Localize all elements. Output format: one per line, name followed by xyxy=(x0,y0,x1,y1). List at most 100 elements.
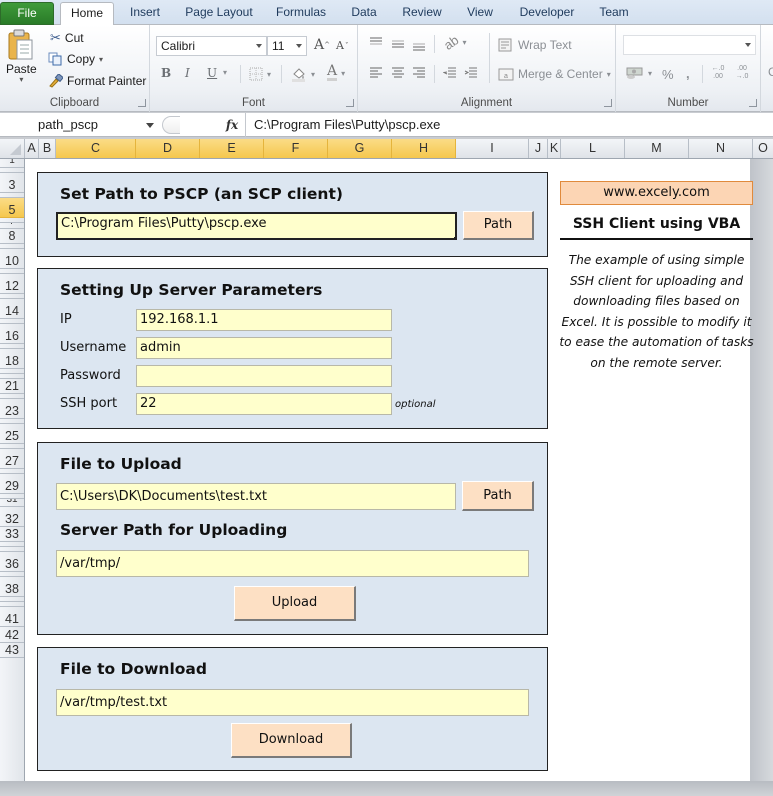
comma-style-button[interactable]: , xyxy=(686,66,690,81)
cut-button[interactable]: ✂ Cut xyxy=(50,30,84,46)
borders-button[interactable]: ▾ xyxy=(249,67,271,81)
row-header-21[interactable]: 21 xyxy=(0,379,24,394)
password-input[interactable] xyxy=(136,365,392,387)
ssh-port-input[interactable]: 22 xyxy=(136,393,392,415)
row-header-8[interactable]: 8 xyxy=(0,229,24,244)
merge-center-dropdown-icon[interactable]: ▾ xyxy=(607,70,611,79)
shrink-font-button[interactable]: Aˇ xyxy=(336,39,348,52)
column-header-m[interactable]: M xyxy=(625,139,689,158)
row-header-16[interactable]: 16 xyxy=(0,324,24,344)
column-header-j[interactable]: J xyxy=(529,139,548,158)
underline-button[interactable]: U xyxy=(207,66,217,80)
grow-font-button[interactable]: A ^ xyxy=(314,37,330,53)
column-header-b[interactable]: B xyxy=(39,139,56,158)
excely-link[interactable]: www.excely.com xyxy=(560,181,753,205)
row-header-18[interactable]: 18 xyxy=(0,349,24,369)
ip-input[interactable]: 192.168.1.1 xyxy=(136,309,392,331)
row-header-14[interactable]: 14 xyxy=(0,299,24,319)
increase-indent-button[interactable] xyxy=(464,67,478,79)
column-header-c[interactable]: C xyxy=(56,139,136,158)
number-format-dropdown-icon[interactable] xyxy=(745,43,751,47)
font-color-dropdown-icon[interactable]: ▾ xyxy=(341,69,345,78)
fill-color-button[interactable]: ▾ xyxy=(291,66,315,82)
decrease-decimal-button[interactable]: .00 →.0 xyxy=(732,65,752,81)
row-header-43[interactable]: 43 xyxy=(0,643,24,658)
align-bottom-button[interactable] xyxy=(412,41,426,51)
copy-dropdown-icon[interactable]: ▾ xyxy=(99,55,103,64)
font-launcher-icon[interactable] xyxy=(346,99,354,107)
format-painter-button[interactable]: Format Painter xyxy=(48,74,146,88)
align-right-button[interactable] xyxy=(412,67,426,79)
pscp-path-input[interactable]: C:\Program Files\Putty\pscp.exe xyxy=(56,212,457,240)
download-button[interactable]: Download xyxy=(231,723,352,758)
align-middle-button[interactable] xyxy=(391,39,405,49)
font-name-combo[interactable]: Calibri xyxy=(156,36,267,56)
tab-developer[interactable]: Developer xyxy=(514,2,580,25)
tab-file[interactable]: File xyxy=(0,2,54,25)
upload-button[interactable]: Upload xyxy=(234,586,356,621)
column-header-d[interactable]: D xyxy=(136,139,200,158)
fill-color-dropdown-icon[interactable]: ▾ xyxy=(311,70,315,79)
row-header-42[interactable]: 42 xyxy=(0,627,24,643)
column-header-a[interactable]: A xyxy=(25,139,39,158)
row-header-27[interactable]: 27 xyxy=(0,449,24,469)
paste-button[interactable]: Paste ▾ xyxy=(6,29,37,84)
row-header-12[interactable]: 12 xyxy=(0,274,24,294)
row-header-1[interactable]: 1 xyxy=(0,159,24,168)
align-center-button[interactable] xyxy=(391,67,405,79)
tab-insert[interactable]: Insert xyxy=(120,2,170,25)
underline-dropdown-icon[interactable]: ▾ xyxy=(223,68,227,77)
column-header-o[interactable]: O xyxy=(753,139,773,158)
column-header-e[interactable]: E xyxy=(200,139,264,158)
insert-function-icon[interactable]: fx xyxy=(222,113,242,137)
increase-decimal-button[interactable]: ←.0 .00 xyxy=(708,65,728,81)
name-box-dropdown-icon[interactable] xyxy=(146,123,154,128)
percent-style-button[interactable]: % xyxy=(662,67,674,82)
username-input[interactable]: admin xyxy=(136,337,392,359)
formula-input[interactable]: C:\Program Files\Putty\pscp.exe xyxy=(245,113,773,137)
row-header-33[interactable]: 33 xyxy=(0,527,24,542)
tab-page-layout[interactable]: Page Layout xyxy=(180,2,258,25)
formula-bar-resize-handle[interactable] xyxy=(162,116,180,134)
tab-view[interactable]: View xyxy=(458,2,502,25)
orientation-button[interactable]: ab ▾ xyxy=(441,32,466,53)
font-name-dropdown-icon[interactable] xyxy=(256,44,262,48)
copy-button[interactable]: Copy ▾ xyxy=(48,52,103,66)
row-header-23[interactable]: 23 xyxy=(0,399,24,419)
align-top-button[interactable] xyxy=(369,37,383,47)
accounting-dropdown-icon[interactable]: ▾ xyxy=(648,69,652,78)
alignment-launcher-icon[interactable] xyxy=(604,99,612,107)
row-header-25[interactable]: 25 xyxy=(0,424,24,444)
select-all-button[interactable] xyxy=(0,139,25,158)
paste-dropdown-icon[interactable]: ▾ xyxy=(19,76,23,84)
name-box[interactable]: path_pscp xyxy=(0,113,160,137)
column-header-f[interactable]: F xyxy=(264,139,328,158)
font-color-button[interactable]: A ▾ xyxy=(327,64,345,81)
font-size-combo[interactable]: 11 xyxy=(267,36,307,56)
font-size-dropdown-icon[interactable] xyxy=(296,44,302,48)
upload-file-input[interactable]: C:\Users\DK\Documents\test.txt xyxy=(56,483,456,510)
borders-dropdown-icon[interactable]: ▾ xyxy=(267,70,271,79)
decrease-indent-button[interactable] xyxy=(443,67,457,79)
orientation-dropdown-icon[interactable]: ▾ xyxy=(462,38,466,47)
column-header-h[interactable]: H xyxy=(392,139,456,158)
column-header-n[interactable]: N xyxy=(689,139,753,158)
tab-team[interactable]: Team xyxy=(592,2,636,25)
wrap-text-button[interactable]: Wrap Text xyxy=(498,38,572,52)
align-left-button[interactable] xyxy=(369,67,383,79)
column-header-i[interactable]: I xyxy=(456,139,529,158)
upload-path-button[interactable]: Path xyxy=(462,481,534,511)
number-launcher-icon[interactable] xyxy=(749,99,757,107)
row-header-32[interactable]: 32 xyxy=(0,507,24,527)
accounting-format-button[interactable]: ▾ xyxy=(626,66,652,80)
row-header-10[interactable]: 10 xyxy=(0,249,24,269)
column-header-k[interactable]: K xyxy=(548,139,561,158)
tab-data[interactable]: Data xyxy=(342,2,386,25)
row-header-41[interactable]: 41 xyxy=(0,607,24,627)
merge-center-button[interactable]: a Merge & Center ▾ xyxy=(498,67,611,81)
tab-formulas[interactable]: Formulas xyxy=(268,2,334,25)
column-header-g[interactable]: G xyxy=(328,139,392,158)
clipboard-launcher-icon[interactable] xyxy=(138,99,146,107)
download-file-input[interactable]: /var/tmp/test.txt xyxy=(56,689,529,716)
row-header-36[interactable]: 36 xyxy=(0,552,24,572)
